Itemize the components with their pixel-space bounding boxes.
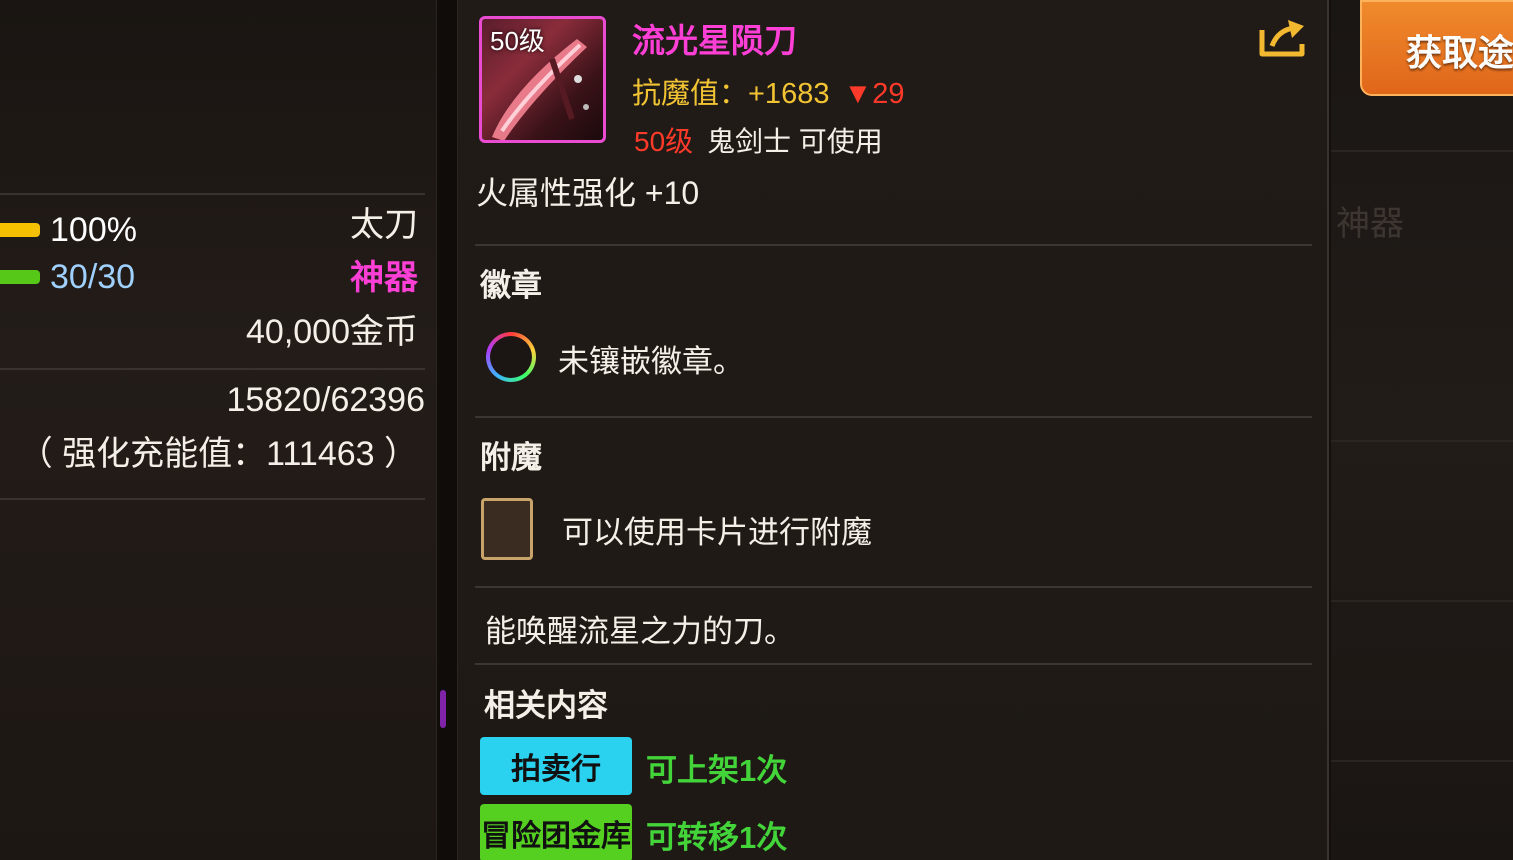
badge-title: 徽章 (480, 268, 542, 303)
auction-status: 可上架1次 (646, 753, 788, 788)
divider-2 (475, 416, 1312, 418)
item-requirement: 50级 鬼剑士 可使用 (634, 120, 883, 160)
badge-text: 未镶嵌徽章。 (558, 344, 744, 379)
related-title: 相关内容 (484, 688, 608, 723)
req-class: 鬼剑士 可使用 (706, 126, 883, 157)
reinforce-charge: （ 强化充能值：111463 ） (18, 435, 418, 473)
exp-value: 15820/62396 (226, 381, 425, 419)
share-icon[interactable] (1258, 18, 1308, 58)
stat-change: ▼29 (843, 78, 905, 110)
divider-1 (475, 244, 1312, 246)
item-icon: 50级 (479, 16, 606, 143)
guild-vault-tag[interactable]: 冒险团金库 (480, 804, 632, 860)
durability-bar (0, 223, 40, 237)
item-level-tag: 50级 (490, 26, 545, 56)
durability-percent: 100% (50, 211, 137, 249)
item-description: 能唤醒流星之力的刀。 (485, 614, 795, 649)
enchant-title: 附魔 (480, 440, 542, 475)
side-strip-3 (1331, 600, 1513, 602)
left-divider-top (0, 193, 425, 195)
side-strip-1 (1331, 150, 1513, 152)
fire-enhance: 火属性强化 +10 (476, 175, 700, 211)
divider-3 (475, 586, 1312, 588)
side-strip-2 (1331, 440, 1513, 442)
item-summary-panel (0, 0, 436, 860)
rarity-label: 神器 (350, 259, 418, 297)
item-name: 流光星陨刀 (632, 22, 797, 59)
left-divider-mid (0, 368, 425, 370)
panel-divider (436, 0, 458, 860)
badge-socket-icon[interactable] (486, 332, 536, 382)
side-strip-4 (1331, 760, 1513, 762)
weapon-type: 太刀 (350, 206, 418, 244)
item-stat: 抗魔值：+1683 ▼29 (632, 70, 904, 112)
faded-rarity-label: 神器 (1336, 205, 1404, 243)
uses-count: 30/30 (50, 258, 136, 296)
divider-4 (475, 663, 1312, 665)
enchant-text: 可以使用卡片进行附魔 (562, 515, 872, 550)
get-source-label: 获取途 (1406, 32, 1513, 73)
uses-bar (0, 270, 40, 284)
side-panel (1331, 0, 1513, 860)
stat-label: 抗魔值：+1683 (632, 78, 830, 110)
item-price: 40,000金币 (246, 313, 418, 351)
get-source-button[interactable]: 获取途 (1360, 0, 1513, 96)
card-slot-icon[interactable] (481, 498, 533, 560)
left-divider-bottom (0, 498, 425, 500)
vault-status: 可转移1次 (646, 820, 788, 855)
auction-house-tag[interactable]: 拍卖行 (480, 737, 632, 795)
req-level: 50级 (634, 126, 694, 157)
